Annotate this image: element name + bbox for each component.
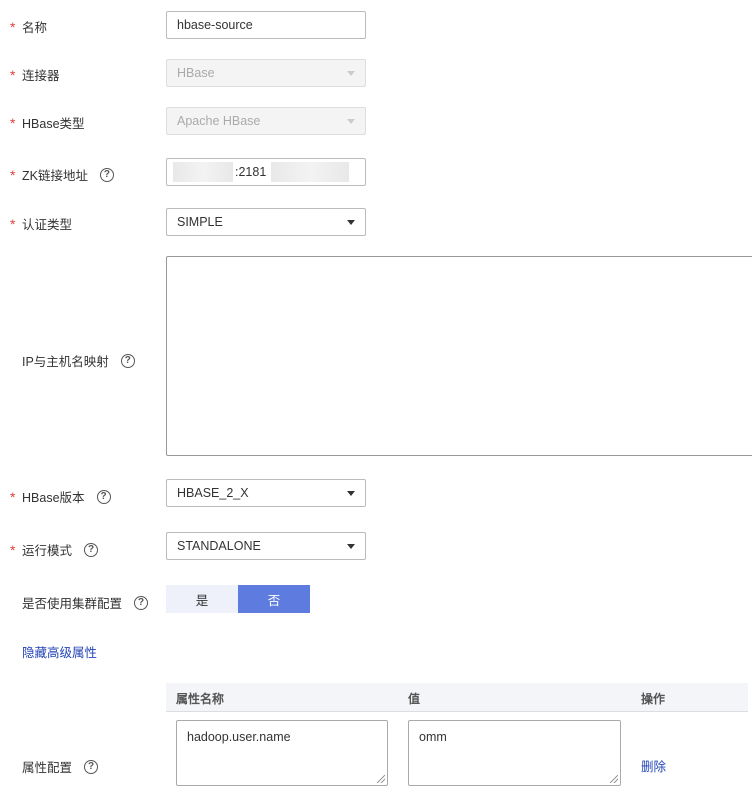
hbase-type-select: Apache HBase — [166, 107, 366, 135]
name-input-value: hbase-source — [177, 18, 253, 32]
chevron-down-icon — [347, 119, 355, 124]
properties-label-text: 属性配置 — [22, 761, 73, 775]
hbase-version-select-value: HBASE_2_X — [177, 486, 249, 500]
run-mode-label: * 运行模式 ? — [10, 540, 99, 559]
help-icon[interactable]: ? — [134, 595, 149, 610]
divider — [166, 711, 748, 712]
required-mark: * — [10, 66, 16, 83]
required-mark: * — [10, 114, 16, 131]
zk-address-label-text: ZK链接地址 — [22, 169, 88, 183]
column-header-value: 值 — [408, 692, 421, 706]
redacted-mask — [173, 162, 233, 182]
hbase-type-select-value: Apache HBase — [177, 114, 261, 128]
chevron-down-icon — [347, 220, 355, 225]
delete-row-link[interactable]: 删除 — [641, 756, 666, 775]
connector-select: HBase — [166, 59, 366, 87]
property-value-value: omm — [419, 730, 447, 744]
help-icon[interactable]: ? — [84, 542, 99, 557]
auth-type-select[interactable]: SIMPLE — [166, 208, 366, 236]
required-mark: * — [10, 215, 16, 232]
auth-type-select-value: SIMPLE — [177, 215, 223, 229]
hbase-version-select[interactable]: HBASE_2_X — [166, 479, 366, 507]
zk-address-input[interactable]: :2181 — [166, 158, 366, 186]
cluster-config-toggle: 是 否 — [166, 585, 310, 613]
zk-address-input-value: :2181 — [235, 165, 267, 179]
properties-table-header: 属性名称 值 操作 — [166, 683, 748, 711]
required-mark: * — [10, 488, 16, 505]
ip-mapping-textarea[interactable] — [166, 256, 752, 456]
ip-mapping-label-text: IP与主机名映射 — [22, 355, 109, 369]
auth-type-label: * 认证类型 — [10, 214, 72, 233]
toggle-yes-button[interactable]: 是 — [166, 585, 238, 613]
connector-label-text: 连接器 — [22, 69, 60, 83]
run-mode-label-text: 运行模式 — [22, 544, 73, 558]
cluster-config-label-text: 是否使用集群配置 — [22, 597, 123, 611]
name-label: * 名称 — [10, 17, 47, 36]
hide-advanced-link[interactable]: 隐藏高级属性 — [22, 642, 97, 661]
column-header-action: 操作 — [641, 692, 666, 706]
properties-label: 属性配置 ? — [10, 757, 99, 776]
help-icon[interactable]: ? — [96, 489, 111, 504]
chevron-down-icon — [347, 544, 355, 549]
resize-grip-icon[interactable] — [610, 775, 618, 783]
hbase-type-label-text: HBase类型 — [22, 117, 85, 131]
chevron-down-icon — [347, 71, 355, 76]
name-input[interactable]: hbase-source — [166, 11, 366, 39]
connector-label: * 连接器 — [10, 65, 60, 84]
toggle-no-button[interactable]: 否 — [238, 585, 310, 613]
name-label-text: 名称 — [22, 21, 48, 35]
property-value-input[interactable]: omm — [408, 720, 621, 786]
chevron-down-icon — [347, 491, 355, 496]
hbase-type-label: * HBase类型 — [10, 113, 85, 132]
resize-grip-icon[interactable] — [377, 775, 385, 783]
zk-address-label: * ZK链接地址 ? — [10, 165, 114, 184]
property-name-input[interactable]: hadoop.user.name — [176, 720, 388, 786]
run-mode-select-value: STANDALONE — [177, 539, 261, 553]
cluster-config-label: 是否使用集群配置 ? — [10, 593, 149, 612]
help-icon[interactable]: ? — [120, 353, 135, 368]
property-name-value: hadoop.user.name — [187, 730, 291, 744]
run-mode-select[interactable]: STANDALONE — [166, 532, 366, 560]
required-mark: * — [10, 18, 16, 35]
help-icon[interactable]: ? — [99, 167, 114, 182]
redacted-mask — [271, 162, 349, 182]
required-mark: * — [10, 166, 16, 183]
column-header-name: 属性名称 — [176, 692, 225, 706]
help-icon[interactable]: ? — [84, 759, 99, 774]
ip-mapping-label: IP与主机名映射 ? — [10, 351, 135, 370]
connector-select-value: HBase — [177, 66, 215, 80]
required-mark: * — [10, 541, 16, 558]
auth-type-label-text: 认证类型 — [22, 218, 73, 232]
hbase-version-label-text: HBase版本 — [22, 491, 85, 505]
hbase-version-label: * HBase版本 ? — [10, 487, 111, 506]
